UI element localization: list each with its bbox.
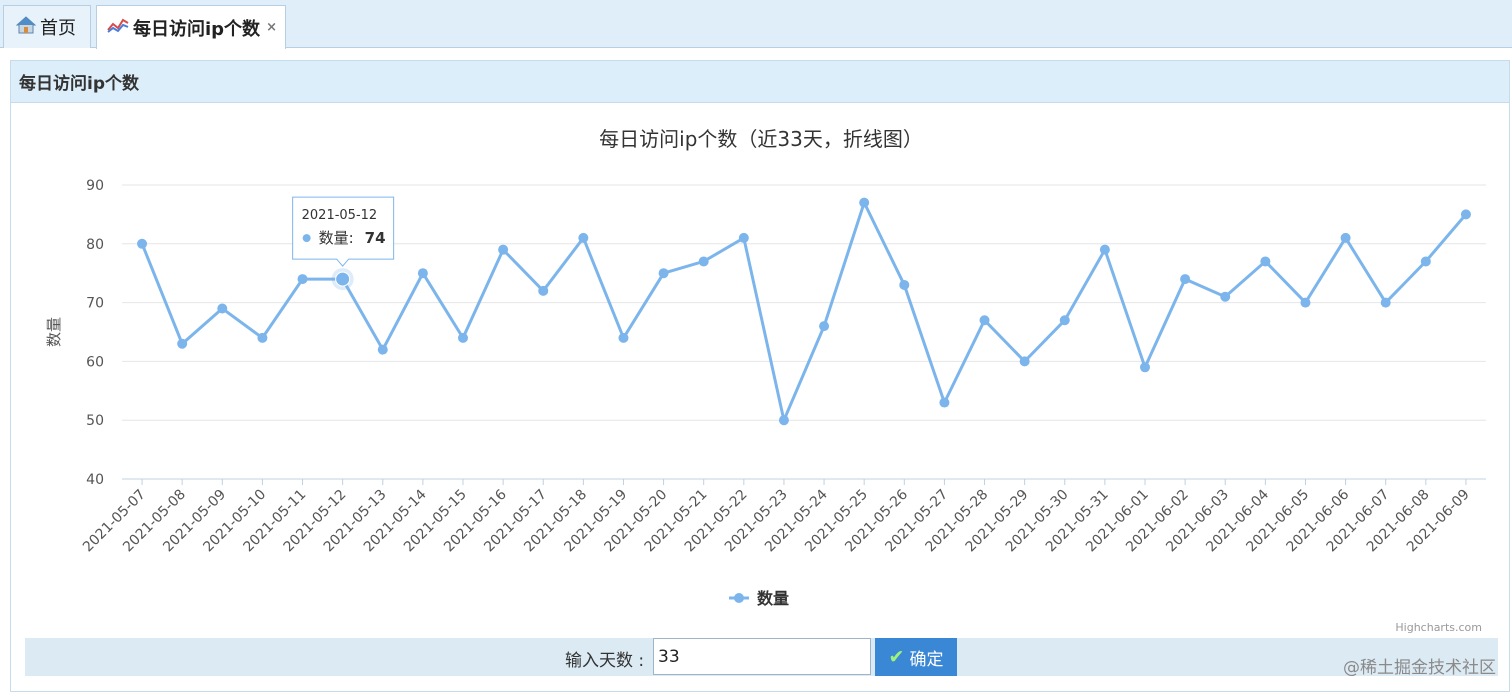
watermark: @稀土掘金技术社区	[1343, 658, 1496, 678]
close-icon[interactable]: ×	[266, 20, 277, 35]
tooltip-series-dot	[302, 234, 311, 243]
chart-legend[interactable]: 数量	[729, 589, 789, 608]
legend-label: 数量	[757, 589, 789, 608]
data-point[interactable]	[618, 332, 629, 343]
tab-daily-ip[interactable]: 每日访问ip个数 ×	[96, 5, 286, 49]
data-point[interactable]	[1300, 297, 1311, 308]
y-tick-label: 50	[86, 413, 104, 429]
x-axis-ticks: 2021-05-072021-05-082021-05-092021-05-10…	[80, 479, 1473, 555]
panel-title: 每日访问ip个数	[11, 61, 1509, 103]
data-point[interactable]	[297, 274, 308, 285]
data-point[interactable]	[417, 268, 428, 279]
days-input[interactable]	[653, 638, 871, 675]
tab-daily-ip-label: 每日访问ip个数	[133, 18, 261, 40]
data-point[interactable]	[177, 338, 188, 349]
data-point[interactable]	[217, 303, 228, 314]
line-chart: 每日访问ip个数（近33天，折线图） 40 50 60 70 80 90 数量 2021-…	[45, 127, 1486, 634]
data-point[interactable]	[1059, 315, 1070, 326]
data-point[interactable]	[658, 268, 669, 279]
data-point[interactable]	[538, 285, 549, 296]
data-point[interactable]	[458, 332, 468, 343]
data-point[interactable]	[1019, 356, 1030, 367]
data-point[interactable]	[1220, 291, 1231, 302]
tab-home-label: 首页	[40, 18, 76, 39]
y-tick-label: 80	[86, 237, 104, 253]
days-control-bar: 输入天数 : ✔ 确定	[25, 638, 1498, 676]
days-label: 输入天数 :	[565, 651, 645, 671]
data-point[interactable]	[377, 344, 388, 355]
data-point[interactable]	[738, 232, 749, 243]
chart-title: 每日访问ip个数（近33天，折线图）	[599, 127, 923, 151]
data-point[interactable]	[335, 271, 351, 287]
data-point[interactable]	[899, 279, 910, 290]
tab-bar: 首页 每日访问ip个数 ×	[0, 0, 1512, 49]
data-point[interactable]	[137, 238, 148, 249]
tab-home[interactable]: 首页	[3, 5, 91, 48]
data-point[interactable]	[1380, 297, 1391, 308]
chart-tooltip: 2021-05-12 数量: 74	[292, 196, 395, 267]
check-icon: ✔	[888, 646, 905, 668]
y-axis-title: 数量	[45, 317, 63, 347]
data-point[interactable]	[1260, 256, 1271, 267]
tooltip-series-name: 数量:	[319, 229, 354, 247]
y-tick-label: 90	[86, 178, 104, 194]
data-point[interactable]	[1460, 209, 1471, 220]
data-point[interactable]	[578, 232, 589, 243]
y-tick-label: 60	[86, 354, 104, 370]
y-axis-ticks: 40 50 60 70 80 90	[86, 178, 104, 488]
data-point[interactable]	[498, 244, 509, 255]
confirm-label: 确定	[909, 649, 944, 670]
data-point[interactable]	[1340, 232, 1351, 243]
tooltip-date: 2021-05-12	[302, 208, 378, 223]
data-point[interactable]	[979, 315, 990, 326]
data-point[interactable]	[1099, 244, 1110, 255]
legend-marker	[734, 593, 744, 603]
data-point[interactable]	[1140, 362, 1150, 373]
data-point[interactable]	[778, 415, 789, 426]
data-point[interactable]	[859, 197, 870, 208]
data-point[interactable]	[819, 321, 830, 332]
data-point[interactable]	[698, 256, 709, 267]
y-tick-label: 40	[86, 472, 104, 488]
y-tick-label: 70	[86, 296, 104, 312]
data-point[interactable]	[939, 397, 950, 408]
highcharts-credits[interactable]: Highcharts.com	[1395, 621, 1482, 634]
confirm-button[interactable]: ✔ 确定	[875, 638, 957, 676]
home-icon	[15, 15, 37, 39]
chart-panel: 每日访问ip个数 每日访问ip个数（近33天，折线图） 40 50 60 70 80 90…	[10, 60, 1510, 692]
tooltip-value: 74	[365, 229, 386, 247]
data-point[interactable]	[257, 332, 268, 343]
line-chart-icon	[107, 16, 129, 39]
data-point[interactable]	[1420, 256, 1431, 267]
data-point[interactable]	[1180, 274, 1191, 285]
